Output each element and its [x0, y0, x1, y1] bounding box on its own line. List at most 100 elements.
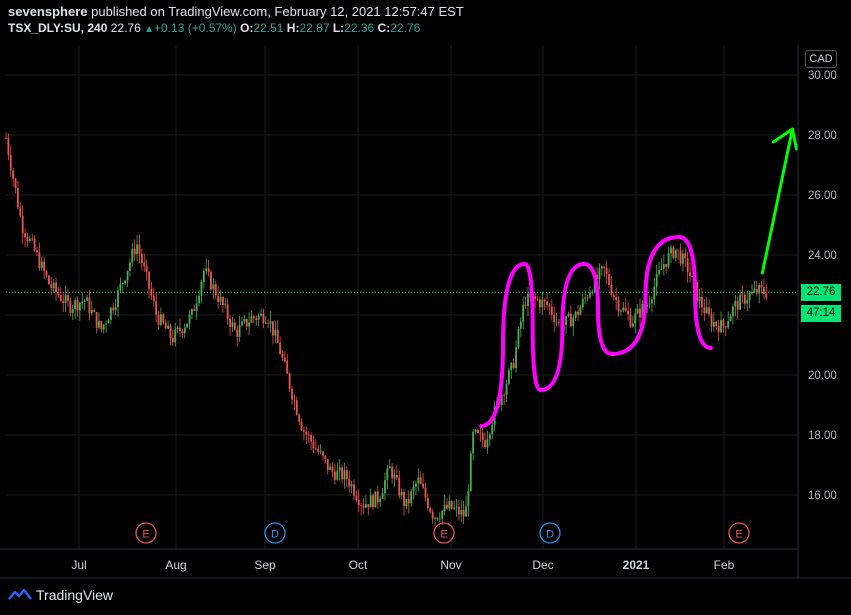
- candle: [90, 300, 93, 316]
- candle: [95, 311, 98, 334]
- candle: [743, 292, 746, 309]
- x-tick-label: 2021: [623, 558, 650, 572]
- earnings-marker[interactable]: E: [135, 522, 157, 544]
- candle: [374, 491, 377, 508]
- candle: [376, 485, 379, 509]
- candle: [398, 470, 401, 499]
- candle: [434, 516, 436, 526]
- candle: [286, 353, 289, 374]
- tradingview-logo[interactable]: TradingView: [8, 587, 113, 603]
- candle: [133, 239, 136, 262]
- currency-button[interactable]: CAD: [805, 50, 837, 68]
- candle: [386, 465, 389, 490]
- candle: [469, 450, 472, 492]
- candle: [272, 321, 274, 345]
- candle: [181, 329, 184, 339]
- change-value: +0.13 (+0.57%): [154, 21, 237, 35]
- candle: [229, 314, 231, 336]
- event-markers[interactable]: EDEDE: [135, 522, 750, 544]
- candle: [612, 292, 615, 301]
- candle: [622, 302, 625, 313]
- candle: [617, 295, 620, 317]
- green-arrow-head[interactable]: [771, 127, 798, 151]
- candle: [14, 177, 17, 194]
- close-value: 22.76: [390, 21, 421, 35]
- candle: [293, 394, 296, 411]
- candle: [193, 305, 196, 312]
- candle: [152, 287, 155, 307]
- candle: [732, 303, 734, 325]
- x-tick-label: Dec: [532, 558, 553, 572]
- open-label: O:: [240, 21, 254, 35]
- candle: [93, 308, 96, 313]
- candle: [224, 298, 227, 309]
- magenta-pattern-drawing[interactable]: [479, 235, 713, 428]
- candle: [140, 248, 143, 271]
- candle: [191, 308, 193, 319]
- candle: [639, 298, 641, 327]
- candle: [155, 292, 158, 323]
- ohlc-legend: TSX_DLY:SU, 240 22.76 ▲+0.13 (+0.57%) O:…: [8, 21, 420, 35]
- candle: [505, 379, 508, 402]
- candle: [379, 496, 382, 508]
- candle: [124, 279, 127, 285]
- candle: [758, 282, 761, 304]
- candle: [636, 304, 639, 315]
- candle: [69, 297, 72, 317]
- candle: [734, 294, 737, 317]
- event-label: E: [440, 529, 447, 541]
- candle: [312, 435, 315, 454]
- candle: [160, 307, 162, 327]
- high-value: 22.87: [299, 21, 330, 35]
- candle: [665, 263, 668, 273]
- candle: [314, 439, 317, 451]
- y-tick-label: 28.00: [808, 130, 837, 142]
- candle: [276, 320, 279, 343]
- candle: [26, 232, 29, 247]
- candle: [472, 429, 475, 461]
- candle: [202, 268, 205, 289]
- candle: [558, 319, 560, 328]
- candle: [660, 258, 663, 271]
- annotations: [479, 127, 798, 428]
- candle: [288, 372, 291, 392]
- x-tick-label: Feb: [714, 558, 735, 572]
- y-tick-label: 24.00: [808, 250, 837, 262]
- candle: [176, 325, 179, 333]
- candle: [67, 288, 69, 307]
- grid: [6, 45, 798, 549]
- candle: [28, 235, 31, 243]
- candle: [708, 299, 711, 317]
- candle: [231, 317, 234, 333]
- candle: [348, 470, 351, 493]
- earnings-marker[interactable]: E: [728, 522, 750, 544]
- green-arrow-shaft[interactable]: [760, 127, 794, 275]
- candle: [465, 496, 467, 517]
- candle: [164, 319, 167, 329]
- high-label: H:: [286, 21, 300, 35]
- candle: [681, 249, 684, 272]
- candle: [200, 279, 203, 304]
- candle: [410, 489, 413, 507]
- candle: [486, 430, 489, 455]
- candle: [453, 500, 455, 511]
- symbol-label[interactable]: TSX_DLY:SU, 240: [8, 21, 107, 35]
- candle: [460, 500, 463, 523]
- candle: [186, 323, 189, 329]
- candle: [512, 358, 515, 370]
- candle: [217, 285, 220, 309]
- candle: [150, 281, 153, 300]
- author-name[interactable]: sevensphere: [8, 4, 88, 19]
- candle: [148, 271, 150, 299]
- dividend-marker[interactable]: D: [264, 522, 286, 544]
- candle: [538, 296, 541, 314]
- x-tick-label: Oct: [349, 558, 368, 572]
- candle: [336, 462, 339, 481]
- candle: [250, 310, 253, 324]
- chart-canvas[interactable]: 30.0028.0026.0024.0022.0020.0018.0016.00…: [0, 0, 851, 615]
- candle: [112, 302, 115, 315]
- last-price: 22.76: [110, 21, 141, 35]
- candle: [169, 323, 172, 345]
- candle: [76, 296, 79, 317]
- candle: [338, 459, 341, 481]
